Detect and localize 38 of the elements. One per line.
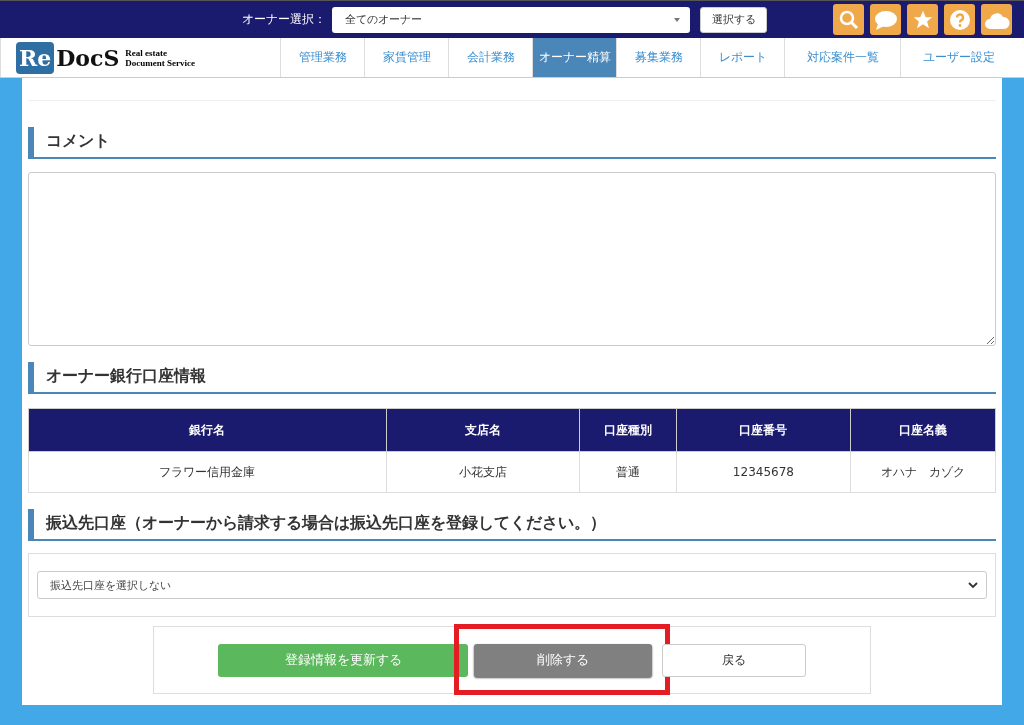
nav-tab[interactable]: 管理業務 (280, 38, 364, 77)
column-header: 銀行名 (28, 408, 387, 452)
column-header: 支店名 (386, 408, 580, 452)
column-header: 口座名義 (850, 408, 996, 452)
column-header: 口座番号 (676, 408, 851, 452)
nav-tab[interactable]: レポート (700, 38, 784, 77)
nav-tab[interactable]: ユーザー設定 (900, 38, 1016, 77)
select-button[interactable]: 選択する (700, 6, 767, 33)
logo-name: DocS (56, 44, 120, 71)
logo-tagline: Real estate (125, 47, 169, 58)
table-cell: 12345678 (676, 451, 851, 493)
cloud-icon[interactable] (981, 4, 1012, 35)
section-heading: 振込先口座（オーナーから請求する場合は振込先口座を登録してください。） (28, 509, 996, 541)
help-icon[interactable] (944, 4, 975, 35)
logo-mark: Re (16, 41, 55, 74)
action-button[interactable]: 削除する (474, 643, 652, 677)
table-cell: フラワー信用金庫 (28, 451, 387, 493)
search-icon[interactable] (833, 4, 864, 35)
action-button[interactable]: 登録情報を更新する (218, 643, 468, 677)
column-header: 口座種別 (579, 408, 677, 452)
nav-tab[interactable]: 対応案件一覧 (784, 38, 900, 77)
owner-select[interactable]: 全てのオーナー (332, 6, 690, 33)
speech-bubble-icon[interactable] (870, 4, 901, 35)
nav-tab[interactable]: 募集業務 (616, 38, 700, 77)
section-heading: オーナー銀行口座情報 (28, 362, 996, 394)
table-cell: オハナ カゾク (850, 451, 996, 493)
comment-field[interactable] (28, 172, 996, 346)
logo-tagline: Document Service (125, 57, 196, 68)
action-button[interactable]: 戻る (662, 643, 806, 677)
nav-tab[interactable]: オーナー精算 (532, 38, 616, 77)
section-heading: コメント (28, 127, 996, 159)
owner-select-label: オーナー選択： (242, 11, 326, 28)
account-select[interactable]: 振込先口座を選択しない (37, 571, 987, 599)
chevron-icon (968, 581, 978, 589)
caret-icon (674, 17, 680, 22)
nav-tab[interactable]: 家賃管理 (364, 38, 448, 77)
table-cell: 普通 (579, 451, 677, 493)
table-cell: 小花支店 (386, 451, 580, 493)
